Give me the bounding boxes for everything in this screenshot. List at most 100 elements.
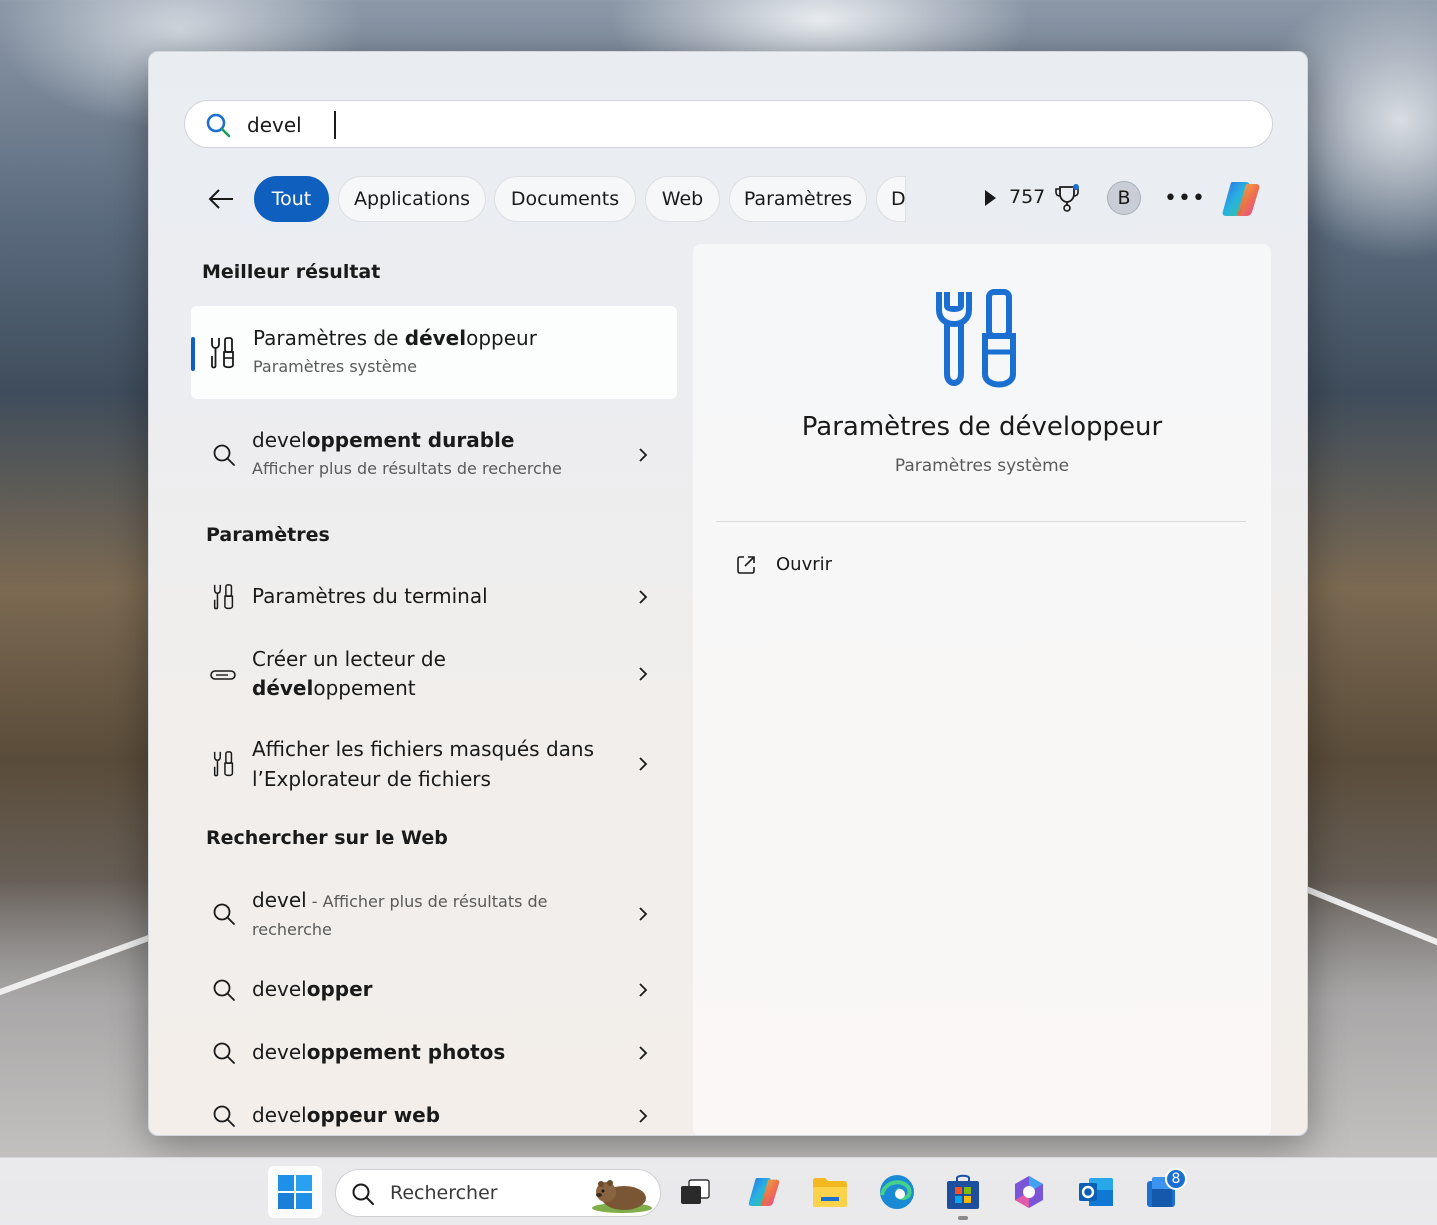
tab-web[interactable]: Web: [645, 176, 720, 222]
text-caret: [334, 111, 336, 139]
developer-tools-icon: [213, 751, 234, 777]
title-match: dével: [252, 676, 314, 700]
suggestion-subtitle: Afficher plus de résultats de recherche: [252, 459, 562, 478]
m365-button[interactable]: [1002, 1166, 1056, 1218]
chevron-right-icon: [639, 667, 648, 681]
title-part: Paramètres de: [253, 326, 405, 350]
developer-tools-icon: [936, 289, 1016, 388]
taskbar-search[interactable]: Rechercher: [335, 1169, 661, 1217]
search-icon: [352, 1183, 374, 1205]
search-icon: [213, 1042, 235, 1064]
chevron-right-icon: [639, 983, 648, 997]
title-part: oppeur: [466, 326, 537, 350]
title-match: dével: [404, 326, 467, 350]
copilot-taskbar-button[interactable]: [737, 1166, 791, 1218]
title-part: devel: [252, 977, 307, 1001]
search-icon: [206, 113, 231, 138]
web-desc: - Afficher plus de résultats de: [306, 892, 548, 911]
list-item-title-line1: Créer un lecteur de: [252, 647, 446, 671]
tab-documents[interactable]: Documents: [494, 176, 636, 222]
tab-all[interactable]: Tout: [254, 176, 329, 222]
rewards-trophy-icon[interactable]: [1054, 184, 1080, 212]
tab-more-truncated[interactable]: D: [876, 176, 906, 222]
list-item-title-line2: développement: [252, 676, 416, 700]
section-web-search: Rechercher sur le Web: [206, 827, 448, 849]
tab-settings[interactable]: Paramètres: [729, 176, 867, 222]
title-part: devel: [252, 1103, 307, 1127]
selection-indicator: [191, 337, 195, 371]
file-explorer-icon: [813, 1178, 847, 1207]
start-button[interactable]: [268, 1166, 322, 1218]
windows-logo-icon: [278, 1175, 312, 1209]
search-panel: Tout Applications Documents Web Paramètr…: [148, 51, 1308, 1136]
taskbar: Rechercher 8: [0, 1157, 1437, 1225]
web-item-title: developper: [252, 977, 373, 1001]
best-result-subtitle: Paramètres système: [253, 357, 417, 376]
preview-subtitle: Paramètres système: [894, 456, 1070, 476]
title-part: oppement: [313, 676, 416, 700]
web-item-title: developpeur web: [252, 1103, 440, 1127]
web-query: devel: [252, 888, 307, 912]
chevron-right-icon: [639, 448, 648, 462]
preview-divider: [716, 521, 1246, 522]
developer-tools-icon: [211, 337, 234, 369]
search-icon: [213, 1105, 235, 1127]
running-indicator: [958, 1216, 968, 1220]
chevron-right-icon: [639, 1109, 648, 1123]
rewards-points: 757: [1009, 186, 1046, 208]
copilot-icon[interactable]: [1218, 176, 1264, 222]
file-explorer-button[interactable]: [803, 1166, 857, 1218]
preview-title: Paramètres de développeur: [801, 412, 1163, 442]
outlook-button[interactable]: [1069, 1166, 1123, 1218]
web-item-title: developpement photos: [252, 1040, 505, 1064]
user-avatar[interactable]: B: [1107, 181, 1141, 215]
chevron-right-icon: [639, 757, 648, 771]
best-result-item[interactable]: Paramètres de développeur Paramètres sys…: [191, 306, 677, 399]
taskbar-search-label: Rechercher: [390, 1182, 498, 1204]
chevron-right-icon: [639, 590, 648, 604]
search-box[interactable]: [184, 100, 1273, 148]
outlook-icon: [1079, 1178, 1113, 1206]
title-part: devel: [252, 1040, 307, 1064]
title-completion: opper: [306, 977, 373, 1001]
drive-icon: [210, 670, 236, 680]
scroll-right-icon[interactable]: [980, 187, 1000, 209]
tab-applications[interactable]: Applications: [338, 176, 486, 222]
search-icon: [213, 979, 235, 1001]
web-desc-line2: recherche: [252, 920, 332, 939]
arrow-left-icon: [208, 189, 233, 209]
section-best-result: Meilleur résultat: [202, 261, 381, 283]
open-external-icon: [737, 556, 755, 574]
store-icon: [947, 1174, 979, 1209]
chevron-right-icon: [639, 907, 648, 921]
list-item-title-line1: Afficher les fichiers masqués dans: [252, 737, 595, 761]
preview-pane: Paramètres de développeur Paramètres sys…: [693, 244, 1271, 1135]
title-completion: oppement durable: [306, 428, 515, 452]
task-view-icon: [681, 1179, 710, 1204]
search-input[interactable]: [247, 109, 1247, 141]
list-item-title: Paramètres du terminal: [252, 584, 488, 608]
section-settings: Paramètres: [206, 524, 330, 546]
m365-icon: [1015, 1176, 1043, 1208]
edge-icon: [880, 1175, 914, 1209]
search-icon: [213, 903, 235, 925]
title-completion: oppement photos: [306, 1040, 506, 1064]
edge-button[interactable]: [870, 1166, 924, 1218]
title-part: devel: [252, 428, 307, 452]
store-button[interactable]: [936, 1166, 990, 1218]
search-icon: [213, 444, 235, 466]
notification-badge: 8: [1165, 1168, 1187, 1190]
title-completion: oppeur web: [306, 1103, 441, 1127]
more-options-button[interactable]: •••: [1164, 182, 1205, 214]
web-item-title: devel - Afficher plus de résultats de: [252, 888, 548, 912]
developer-tools-icon: [213, 584, 234, 610]
open-label: Ouvrir: [776, 554, 833, 575]
back-button[interactable]: [204, 182, 238, 216]
best-result-title: Paramètres de développeur: [253, 326, 537, 350]
filter-bar: Tout Applications Documents Web Paramètr…: [194, 174, 1274, 222]
chevron-right-icon: [639, 1046, 648, 1060]
search-highlight-wombat-icon: [592, 1180, 652, 1213]
copilot-icon: [748, 1177, 780, 1207]
task-view-button[interactable]: [668, 1166, 722, 1218]
suggestion-title: developpement durable: [252, 428, 514, 452]
